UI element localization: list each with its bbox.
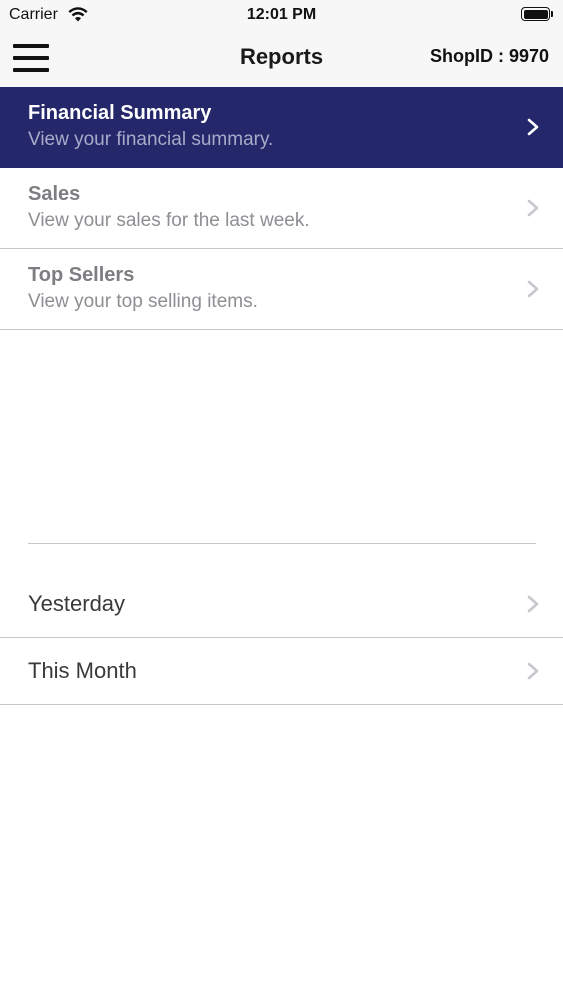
chevron-right-icon <box>527 199 539 217</box>
battery-icon <box>521 7 550 21</box>
report-row-sales[interactable]: Sales View your sales for the last week. <box>0 168 563 249</box>
shop-id-label: ShopID : 9970 <box>429 46 549 66</box>
chevron-right-icon <box>527 595 539 613</box>
report-row-financial-summary[interactable]: Financial Summary View your financial su… <box>0 87 563 168</box>
period-row-yesterday[interactable]: Yesterday <box>0 571 563 638</box>
report-subtitle: View your top selling items. <box>28 291 258 312</box>
period-label: This Month <box>28 658 137 683</box>
chevron-right-icon <box>527 662 539 680</box>
period-label: Yesterday <box>28 591 126 616</box>
report-title: Sales <box>28 183 81 205</box>
clock-time: 12:01 PM <box>246 6 317 23</box>
chevron-right-icon <box>527 280 539 298</box>
report-title: Financial Summary <box>28 102 212 124</box>
report-row-top-sellers[interactable]: Top Sellers View your top selling items. <box>0 249 563 330</box>
section-divider <box>28 543 536 544</box>
navigation-bar: Reports ShopID : 9970 <box>0 30 563 87</box>
battery-tip <box>551 11 553 17</box>
status-bar: Carrier 12:01 PM <box>0 0 563 30</box>
period-row-this-month[interactable]: This Month <box>0 638 563 705</box>
report-subtitle: View your sales for the last week. <box>28 210 310 231</box>
report-title: Top Sellers <box>28 264 135 286</box>
report-subtitle: View your financial summary. <box>28 129 274 150</box>
chevron-right-icon <box>527 118 539 136</box>
